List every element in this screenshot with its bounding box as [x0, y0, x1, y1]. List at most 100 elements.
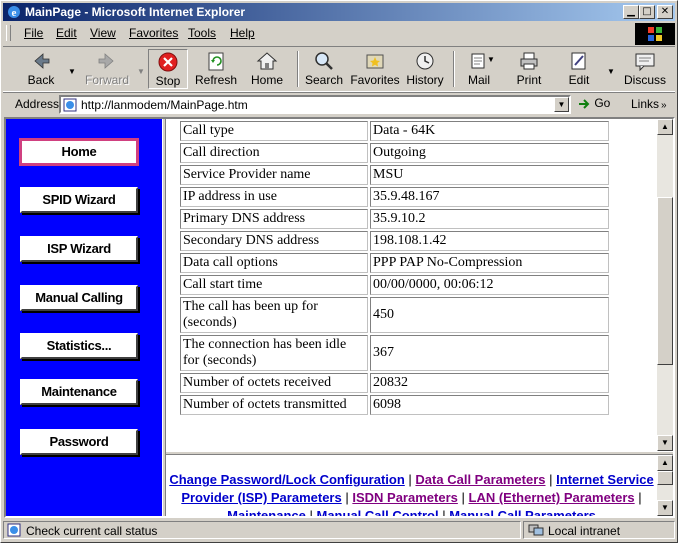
- menu-grip[interactable]: [6, 25, 11, 41]
- edit-icon: [571, 52, 586, 70]
- scroll-down-icon[interactable]: ▼: [657, 435, 673, 451]
- edit-button[interactable]: Edit: [559, 49, 599, 89]
- address-bar: Address http://lanmodem/MainPage.htm ▼ G…: [3, 92, 675, 115]
- links-frame: Change Password/Lock Configuration | Dat…: [166, 455, 657, 516]
- table-row: Primary DNS address 35.9.10.2: [180, 209, 609, 229]
- home-button[interactable]: Home: [246, 49, 288, 89]
- search-icon: [315, 52, 333, 70]
- minimize-button[interactable]: ▁: [623, 5, 639, 19]
- link-manual-call-control[interactable]: Manual Call Control: [317, 508, 439, 516]
- table-row: Data call options PPP PAP No-Compression: [180, 253, 609, 273]
- security-zone-panel[interactable]: Local intranet: [523, 521, 675, 539]
- menu-view[interactable]: View: [90, 26, 116, 40]
- page-content: Home SPID Wizard ISP Wizard Manual Calli…: [4, 117, 675, 518]
- history-icon: [416, 52, 434, 70]
- links-button[interactable]: Links»: [631, 97, 667, 111]
- status-value: MSU: [370, 165, 609, 185]
- table-row: Call start time 00/00/0000, 00:06:12: [180, 275, 609, 295]
- menu-favorites[interactable]: Favorites: [129, 26, 178, 40]
- back-button[interactable]: Back: [17, 49, 65, 89]
- nav-isp-wizard-button[interactable]: ISP Wizard: [20, 236, 138, 262]
- refresh-button[interactable]: Refresh: [193, 49, 239, 89]
- menu-edit[interactable]: Edit: [56, 26, 77, 40]
- status-frame-scrollbar[interactable]: ▲ ▼: [657, 119, 673, 451]
- go-button[interactable]: Go: [577, 96, 610, 111]
- go-arrow-icon: [579, 99, 590, 109]
- status-key: Data call options: [180, 253, 368, 273]
- status-value: 35.9.48.167: [370, 187, 609, 207]
- status-bar: Check current call status Local intranet: [3, 520, 675, 540]
- menu-help[interactable]: Help: [230, 26, 255, 40]
- forward-dropdown-icon[interactable]: ▼: [137, 67, 145, 76]
- status-key: The connection has been idle for (second…: [180, 335, 368, 371]
- home-icon: [256, 52, 278, 70]
- scroll-up-icon[interactable]: ▲: [657, 119, 673, 135]
- forward-button[interactable]: Forward: [81, 49, 133, 89]
- scroll-thumb[interactable]: [657, 197, 673, 365]
- address-label: Address: [15, 97, 60, 111]
- nav-maintenance-button[interactable]: Maintenance: [20, 379, 138, 405]
- edit-dropdown-icon[interactable]: ▼: [607, 67, 615, 76]
- link-data-call-parameters[interactable]: Data Call Parameters: [415, 472, 545, 487]
- chevron-right-icon: »: [661, 100, 667, 111]
- status-value: 450: [370, 297, 609, 333]
- page-status-icon: [7, 523, 21, 537]
- link-manual-call-parameters[interactable]: Manual Call Parameters: [449, 508, 596, 516]
- back-dropdown-icon[interactable]: ▼: [68, 67, 76, 76]
- link-lan-parameters[interactable]: LAN (Ethernet) Parameters: [469, 490, 635, 505]
- nav-statistics-button[interactable]: Statistics...: [20, 333, 138, 359]
- browser-window: e MainPage - Microsoft Internet Explorer…: [0, 0, 678, 543]
- maximize-button[interactable]: □: [639, 5, 655, 19]
- status-key: Primary DNS address: [180, 209, 368, 229]
- printer-icon: [520, 52, 538, 70]
- status-value: 198.108.1.42: [370, 231, 609, 251]
- nav-password-button[interactable]: Password: [20, 429, 138, 455]
- back-arrow-icon: [34, 53, 50, 69]
- address-dropdown-icon[interactable]: ▼: [554, 97, 569, 112]
- status-value: 20832: [370, 373, 609, 393]
- status-text-panel: Check current call status: [3, 521, 521, 539]
- table-row: IP address in use 35.9.48.167: [180, 187, 609, 207]
- status-key: Number of octets transmitted: [180, 395, 368, 415]
- title-bar[interactable]: e MainPage - Microsoft Internet Explorer…: [3, 3, 675, 21]
- status-value: 00/00/0000, 00:06:12: [370, 275, 609, 295]
- stop-button[interactable]: Stop: [148, 49, 188, 89]
- address-input[interactable]: http://lanmodem/MainPage.htm ▼: [59, 95, 571, 114]
- standard-toolbar: Back ▼ Forward ▼ Stop Refresh Home Searc…: [3, 46, 675, 92]
- page-icon: [63, 98, 77, 112]
- status-value: 35.9.10.2: [370, 209, 609, 229]
- windows-throbber: [635, 23, 675, 45]
- links-frame-scrollbar[interactable]: ▲ ▼: [657, 455, 673, 516]
- link-maintenance[interactable]: Maintenance: [227, 508, 306, 516]
- links-scroll-thumb[interactable]: [657, 471, 673, 485]
- table-row: The connection has been idle for (second…: [180, 335, 609, 371]
- status-key: Call start time: [180, 275, 368, 295]
- print-button[interactable]: Print: [509, 49, 549, 89]
- favorites-button[interactable]: Favorites: [349, 49, 401, 89]
- refresh-icon: [208, 52, 224, 71]
- status-key: The call has been up for (seconds): [180, 297, 368, 333]
- nav-manual-calling-button[interactable]: Manual Calling: [20, 285, 138, 311]
- discuss-icon: [635, 53, 655, 72]
- table-row: Number of octets received 20832: [180, 373, 609, 393]
- ie-logo-icon: e: [8, 6, 20, 19]
- links-scroll-down-icon[interactable]: ▼: [657, 500, 673, 516]
- discuss-button[interactable]: Discuss: [619, 49, 671, 89]
- status-value: 367: [370, 335, 609, 371]
- search-button[interactable]: Search: [303, 49, 345, 89]
- link-change-password[interactable]: Change Password/Lock Configuration: [169, 472, 404, 487]
- history-button[interactable]: History: [403, 49, 447, 89]
- mail-dropdown-icon[interactable]: ▼: [487, 55, 495, 64]
- link-isdn-parameters[interactable]: ISDN Parameters: [352, 490, 458, 505]
- nav-home-button[interactable]: Home: [19, 138, 139, 166]
- close-button[interactable]: ✕: [657, 5, 673, 19]
- links-scroll-up-icon[interactable]: ▲: [657, 455, 673, 471]
- svg-text:e: e: [12, 7, 17, 19]
- nav-spid-wizard-button[interactable]: SPID Wizard: [20, 187, 138, 213]
- status-key: Number of octets received: [180, 373, 368, 393]
- menu-file[interactable]: File: [24, 26, 43, 40]
- status-value: 6098: [370, 395, 609, 415]
- status-key: Call type: [180, 121, 368, 141]
- menu-tools[interactable]: Tools: [188, 26, 216, 40]
- table-row: Secondary DNS address 198.108.1.42: [180, 231, 609, 251]
